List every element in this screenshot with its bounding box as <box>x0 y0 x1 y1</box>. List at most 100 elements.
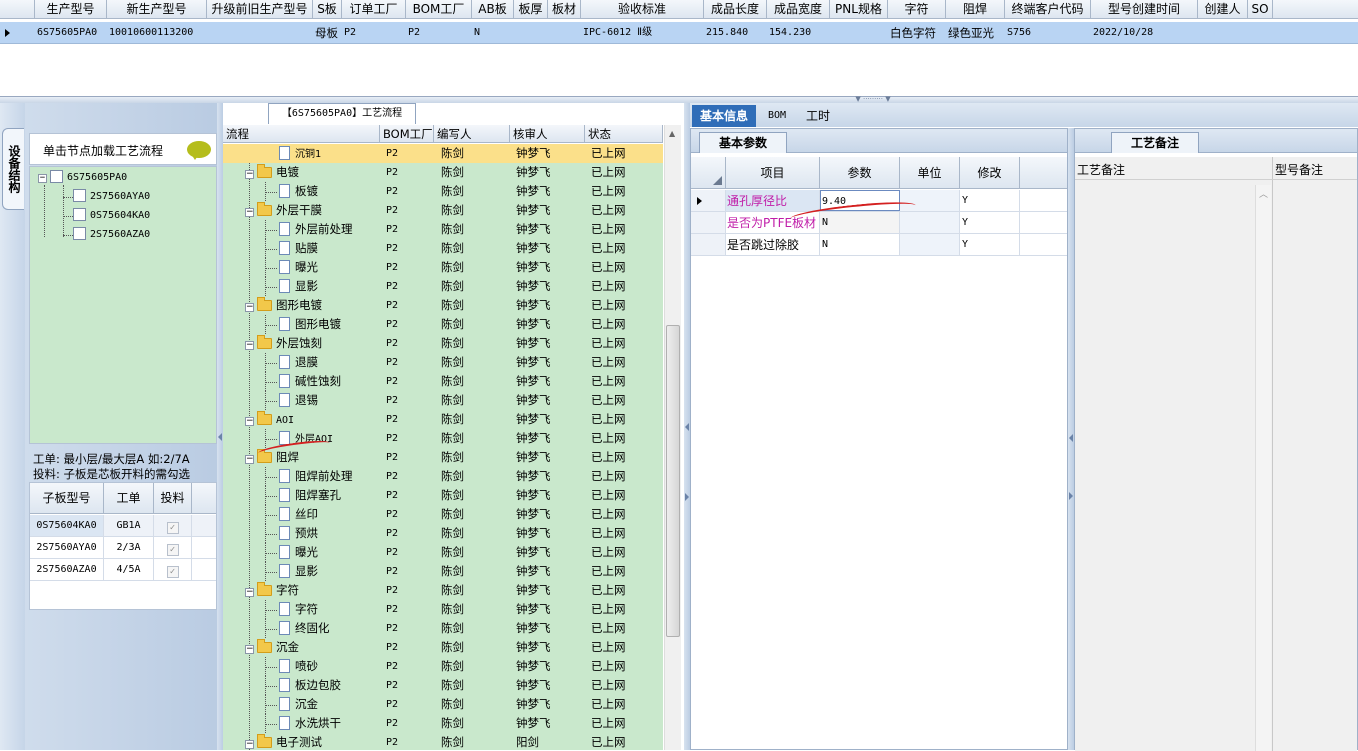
grid-cell[interactable]: 6S75605PA0 <box>35 22 107 43</box>
grid-cell[interactable]: 154.230 <box>767 22 830 43</box>
tree-child-node[interactable]: 2S7560AYA0 <box>73 189 150 205</box>
grid-cell[interactable] <box>1248 22 1273 43</box>
process-row[interactable]: − 电子测试 P2 陈剑 阳剑 已上网 <box>223 733 663 750</box>
process-row[interactable]: 沉铜1 P2 陈剑 钟梦飞 已上网 <box>223 144 663 163</box>
process-row[interactable]: 贴膜 P2 陈剑 钟梦飞 已上网 <box>223 239 663 258</box>
collapse-icon[interactable]: − <box>245 455 254 464</box>
column-header[interactable]: 字符 <box>888 0 946 18</box>
node-checkbox[interactable] <box>73 227 86 240</box>
column-header[interactable]: 生产型号 <box>35 0 107 18</box>
tree-root-node[interactable]: −6S75605PA0 <box>38 170 127 186</box>
process-row[interactable]: 阻焊前处理 P2 陈剑 钟梦飞 已上网 <box>223 467 663 486</box>
grid-cell[interactable]: N <box>472 22 514 43</box>
process-row[interactable]: 水洗烘干 P2 陈剑 钟梦飞 已上网 <box>223 714 663 733</box>
column-header[interactable]: BOM工厂 <box>406 0 472 18</box>
process-row[interactable]: − 图形电镀 P2 陈剑 钟梦飞 已上网 <box>223 296 663 315</box>
table-row[interactable]: 0S75604KA0 GB1A ✓ <box>30 515 216 537</box>
process-row[interactable]: 退膜 P2 陈剑 钟梦飞 已上网 <box>223 353 663 372</box>
column-header[interactable]: 新生产型号 <box>107 0 207 18</box>
collapse-icon[interactable]: − <box>245 417 254 426</box>
process-row[interactable]: 板镀 P2 陈剑 钟梦飞 已上网 <box>223 182 663 201</box>
tab-process-flow[interactable]: 【6S75605PA0】工艺流程 <box>268 103 416 124</box>
column-header[interactable]: 终端客户代码 <box>1005 0 1091 18</box>
collapse-icon[interactable]: − <box>245 740 254 749</box>
collapse-arrow-icon[interactable] <box>1069 434 1073 442</box>
process-row[interactable]: 字符 P2 陈剑 钟梦飞 已上网 <box>223 600 663 619</box>
table-row[interactable]: 2S7560AYA0 2/3A ✓ <box>30 537 216 559</box>
column-header[interactable]: 成品宽度 <box>767 0 830 18</box>
process-row[interactable]: 板边包胶 P2 陈剑 钟梦飞 已上网 <box>223 676 663 695</box>
column-header[interactable]: PNL规格 <box>830 0 888 18</box>
column-header[interactable]: 成品长度 <box>704 0 767 18</box>
column-header[interactable]: 型号创建时间 <box>1091 0 1198 18</box>
grid-cell[interactable] <box>514 22 548 43</box>
collapse-icon[interactable]: − <box>245 645 254 654</box>
scrollbar-thumb[interactable] <box>666 325 680 637</box>
process-row[interactable]: 显影 P2 陈剑 钟梦飞 已上网 <box>223 562 663 581</box>
grid-cell[interactable] <box>207 22 313 43</box>
tab-bom[interactable]: BOM <box>760 105 794 127</box>
node-checkbox[interactable] <box>50 170 63 183</box>
process-row[interactable]: 沉金 P2 陈剑 钟梦飞 已上网 <box>223 695 663 714</box>
feed-checkbox[interactable]: ✓ <box>166 544 179 556</box>
column-header[interactable]: 板材 <box>548 0 581 18</box>
model-grid-row[interactable]: 6S75605PA0 10010600113200 母板 P2 P2 N IPC-6012 … <box>0 22 1358 44</box>
grid-cell[interactable]: 10010600113200 <box>107 22 207 43</box>
collapse-icon[interactable]: − <box>245 588 254 597</box>
process-row[interactable]: 终固化 P2 陈剑 钟梦飞 已上网 <box>223 619 663 638</box>
process-row[interactable]: 外层前处理 P2 陈剑 钟梦飞 已上网 <box>223 220 663 239</box>
process-row[interactable]: 喷砂 P2 陈剑 钟梦飞 已上网 <box>223 657 663 676</box>
process-row[interactable]: − 沉金 P2 陈剑 钟梦飞 已上网 <box>223 638 663 657</box>
process-row[interactable]: 丝印 P2 陈剑 钟梦飞 已上网 <box>223 505 663 524</box>
feed-checkbox[interactable]: ✓ <box>166 566 179 578</box>
grid-cell[interactable] <box>548 22 581 43</box>
collapse-arrow-icon[interactable] <box>685 423 689 431</box>
notes-scrollbar[interactable]: ︿ <box>1255 185 1271 751</box>
select-all-icon[interactable] <box>713 176 722 185</box>
process-row[interactable]: 显影 P2 陈剑 钟梦飞 已上网 <box>223 277 663 296</box>
speech-bubble-icon[interactable] <box>187 141 211 160</box>
tab-device-structure[interactable]: 设备结构 <box>2 128 24 210</box>
node-checkbox[interactable] <box>73 208 86 221</box>
grid-cell[interactable] <box>830 22 888 43</box>
column-header[interactable]: 板厚 <box>514 0 548 18</box>
tab-process-notes[interactable]: 工艺备注 <box>1111 132 1199 153</box>
collapse-icon[interactable]: − <box>245 341 254 350</box>
column-header[interactable]: 升级前旧生产型号 <box>207 0 313 18</box>
grid-cell[interactable]: 白色字符 <box>888 22 946 43</box>
grid-cell[interactable]: S756 <box>1005 22 1091 43</box>
process-row[interactable]: − AOI P2 陈剑 钟梦飞 已上网 <box>223 410 663 429</box>
expand-arrow-icon[interactable] <box>1069 492 1073 500</box>
grid-cell[interactable]: 2022/10/28 <box>1091 22 1198 43</box>
column-header[interactable]: S板 <box>313 0 342 18</box>
node-checkbox[interactable] <box>73 189 86 202</box>
process-row[interactable]: 预烘 P2 陈剑 钟梦飞 已上网 <box>223 524 663 543</box>
collapse-arrow-icon[interactable] <box>218 433 222 441</box>
column-header[interactable]: 阻焊 <box>946 0 1005 18</box>
tab-work-hours[interactable]: 工时 <box>798 105 838 127</box>
process-row[interactable]: − 外层干膜 P2 陈剑 钟梦飞 已上网 <box>223 201 663 220</box>
column-header[interactable]: SO <box>1248 0 1273 18</box>
process-row[interactable]: − 外层蚀刻 P2 陈剑 钟梦飞 已上网 <box>223 334 663 353</box>
column-header[interactable]: AB板 <box>472 0 514 18</box>
grid-cell[interactable]: 215.840 <box>704 22 767 43</box>
grid-cell[interactable]: 绿色亚光 <box>946 22 1005 43</box>
process-row[interactable]: 曝光 P2 陈剑 钟梦飞 已上网 <box>223 258 663 277</box>
tree-child-node[interactable]: 2S7560AZA0 <box>73 227 150 243</box>
collapse-icon[interactable]: − <box>245 303 254 312</box>
scroll-up-icon[interactable]: ▲ <box>669 129 675 138</box>
process-row[interactable]: 图形电镀 P2 陈剑 钟梦飞 已上网 <box>223 315 663 334</box>
feed-checkbox[interactable]: ✓ <box>166 522 179 534</box>
grid-cell[interactable]: IPC-6012 Ⅱ级 <box>581 22 704 43</box>
table-row[interactable]: 2S7560AZA0 4/5A ✓ <box>30 559 216 581</box>
process-row[interactable]: − 电镀 P2 陈剑 钟梦飞 已上网 <box>223 163 663 182</box>
process-row[interactable]: 碱性蚀刻 P2 陈剑 钟梦飞 已上网 <box>223 372 663 391</box>
column-header[interactable]: 验收标准 <box>581 0 704 18</box>
tree-child-node[interactable]: 0S75604KA0 <box>73 208 150 224</box>
expand-arrow-icon[interactable] <box>685 493 689 501</box>
collapse-icon[interactable]: − <box>245 170 254 179</box>
grid-cell[interactable]: P2 <box>342 22 406 43</box>
process-row[interactable]: 阻焊塞孔 P2 陈剑 钟梦飞 已上网 <box>223 486 663 505</box>
process-row[interactable]: 退锡 P2 陈剑 钟梦飞 已上网 <box>223 391 663 410</box>
process-scrollbar[interactable]: ▲ <box>664 125 681 750</box>
